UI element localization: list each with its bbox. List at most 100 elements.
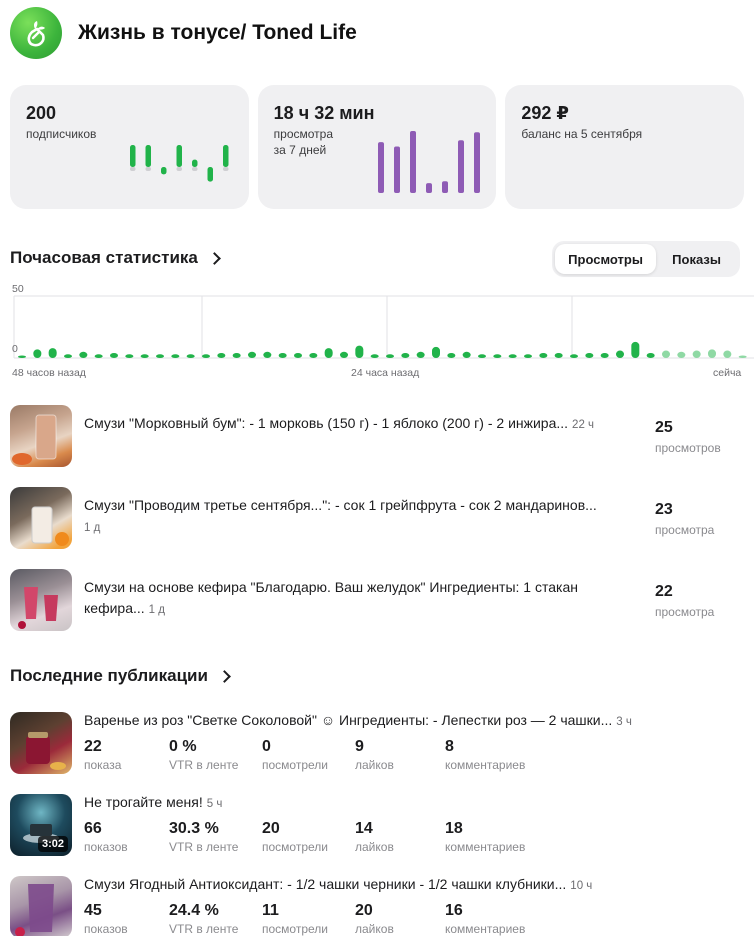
subscribers-bar-shadow bbox=[130, 167, 136, 171]
stat-label: комментариев bbox=[445, 758, 526, 772]
post-age: 1 д bbox=[148, 604, 165, 616]
hourly-bar[interactable] bbox=[723, 350, 732, 358]
views-day-bar bbox=[473, 132, 480, 193]
channel-logo[interactable] bbox=[10, 7, 62, 59]
hourly-bar[interactable] bbox=[125, 354, 134, 358]
hourly-bar[interactable] bbox=[508, 354, 517, 358]
views-day-bar bbox=[441, 181, 448, 193]
subscribers-change-bar bbox=[192, 159, 198, 167]
hourly-bar[interactable] bbox=[570, 354, 578, 358]
stat-value: 30.3 % bbox=[169, 820, 219, 837]
hourly-bar[interactable] bbox=[294, 353, 302, 358]
stat-vtr: 24.4 % VTR в ленте bbox=[169, 902, 262, 936]
hourly-bar[interactable] bbox=[186, 354, 195, 358]
hourly-segment-control: Просмотры Показы bbox=[552, 241, 740, 277]
hourly-bar[interactable] bbox=[263, 351, 272, 358]
hourly-bar[interactable] bbox=[94, 354, 103, 358]
stat-label: показов bbox=[84, 840, 128, 854]
publication-item[interactable]: Варенье из роз "Светке Соколовой" ☺ Ингр… bbox=[10, 712, 744, 794]
hourly-bar[interactable] bbox=[370, 354, 379, 358]
hourly-bar[interactable] bbox=[692, 350, 701, 358]
chevron-right-icon bbox=[218, 670, 231, 683]
hourly-bar[interactable] bbox=[585, 353, 594, 358]
publication-title: Варенье из роз "Светке Соколовой" ☺ Ингр… bbox=[84, 712, 613, 728]
hourly-bar[interactable] bbox=[524, 354, 532, 358]
hourly-bar[interactable] bbox=[493, 354, 502, 358]
hourly-bar[interactable] bbox=[355, 345, 364, 358]
x-label-end: сейча bbox=[713, 367, 742, 379]
hourly-bar[interactable] bbox=[646, 353, 655, 358]
publications-link[interactable]: Последние публикации bbox=[10, 666, 231, 686]
top-post[interactable]: Смузи "Морковный бум": - 1 морковь (150 … bbox=[10, 402, 744, 484]
hourly-bar[interactable] bbox=[677, 351, 686, 358]
hourly-bar[interactable] bbox=[662, 350, 670, 358]
publication-age: 10 ч bbox=[570, 880, 593, 892]
hourly-bar[interactable] bbox=[539, 353, 548, 358]
hourly-bar[interactable] bbox=[324, 348, 333, 358]
publication-item[interactable]: Смузи Ягодный Антиоксидант: - 1/2 чашки … bbox=[10, 876, 744, 936]
balance-card[interactable]: 292 ₽ баланс на 5 сентября bbox=[505, 85, 745, 209]
channel-title: Жизнь в тонусе/ Toned Life bbox=[78, 21, 357, 44]
fruit-icon bbox=[27, 21, 45, 47]
top-post[interactable]: Смузи "Проводим третье сентября...": - с… bbox=[10, 484, 744, 566]
stat-comments: 8 комментариев bbox=[445, 738, 545, 772]
hourly-bar[interactable] bbox=[432, 346, 440, 358]
top-post[interactable]: Смузи на основе кефира "Благодарю. Ваш ж… bbox=[10, 566, 744, 648]
hourly-bar[interactable] bbox=[478, 354, 486, 358]
publication-stats: 22 показа 0 % VTR в ленте 0 посмотрели 9 лай… bbox=[84, 738, 545, 772]
stat-impressions: 66 показов bbox=[84, 820, 169, 854]
hourly-bar[interactable] bbox=[738, 355, 747, 358]
tab-impressions[interactable]: Показы bbox=[656, 244, 737, 274]
publication-item[interactable]: 3:02 Не трогайте меня! 5 ч 66 показов 30.3… bbox=[10, 794, 744, 876]
hourly-bar[interactable] bbox=[386, 354, 394, 358]
stat-label: показа bbox=[84, 758, 122, 772]
smoothie-glass-icon bbox=[12, 414, 57, 465]
hourly-bar[interactable] bbox=[462, 351, 471, 358]
hourly-bar[interactable] bbox=[631, 341, 640, 358]
hourly-bar[interactable] bbox=[708, 349, 716, 358]
hourly-bar[interactable] bbox=[600, 353, 609, 358]
stat-label: VTR в ленте bbox=[169, 840, 239, 854]
hourly-bar[interactable] bbox=[616, 350, 624, 358]
hourly-bar[interactable] bbox=[171, 354, 180, 358]
hourly-bar[interactable] bbox=[140, 354, 149, 358]
hourly-bar[interactable] bbox=[278, 353, 287, 358]
subscribers-card[interactable]: 200 подписчиков bbox=[10, 85, 249, 209]
stat-likes: 9 лайков bbox=[355, 738, 445, 772]
hourly-bar[interactable] bbox=[64, 354, 72, 358]
hourly-bar[interactable] bbox=[48, 348, 57, 358]
hourly-bar[interactable] bbox=[33, 349, 42, 358]
hourly-stats-link[interactable]: Почасовая статистика bbox=[10, 248, 221, 268]
hourly-bar[interactable] bbox=[232, 353, 241, 358]
balance-value: 292 ₽ bbox=[521, 103, 569, 123]
hourly-bar[interactable] bbox=[110, 353, 118, 358]
hourly-bar[interactable] bbox=[309, 353, 318, 358]
hourly-bar[interactable] bbox=[340, 351, 348, 358]
hourly-bar[interactable] bbox=[18, 355, 26, 358]
hourly-bar[interactable] bbox=[217, 353, 226, 358]
summary-cards: 200 подписчиков 18 ч 32 мин просмотра за… bbox=[10, 85, 745, 209]
hourly-bar[interactable] bbox=[554, 353, 563, 358]
subscribers-change-bar bbox=[130, 145, 136, 167]
hourly-bar[interactable] bbox=[416, 351, 425, 358]
publication-title: Смузи Ягодный Антиоксидант: - 1/2 чашки … bbox=[84, 876, 567, 892]
subscribers-bar-shadow bbox=[145, 167, 151, 171]
stat-label: лайков bbox=[355, 840, 394, 854]
stat-label: показов bbox=[84, 922, 128, 936]
hourly-bar[interactable] bbox=[156, 354, 164, 358]
stat-comments: 16 комментариев bbox=[445, 902, 545, 936]
tab-views[interactable]: Просмотры bbox=[555, 244, 657, 274]
views-card[interactable]: 18 ч 32 мин просмотра за 7 дней bbox=[257, 85, 497, 209]
hourly-bar[interactable] bbox=[248, 351, 256, 358]
hourly-bar[interactable] bbox=[447, 353, 456, 358]
publications-list: Варенье из роз "Светке Соколовой" ☺ Ингр… bbox=[10, 712, 744, 936]
post-thumbnail bbox=[10, 405, 72, 467]
stat-label: комментариев bbox=[445, 840, 526, 854]
publication-title: Не трогайте меня! bbox=[84, 794, 203, 810]
hourly-bar[interactable] bbox=[79, 351, 88, 358]
views-value: 18 ч 32 мин bbox=[274, 103, 481, 124]
hourly-bar[interactable] bbox=[401, 353, 410, 358]
hourly-bar[interactable] bbox=[202, 354, 210, 358]
stat-value: 24.4 % bbox=[169, 902, 219, 919]
views-mini-chart bbox=[377, 131, 480, 193]
